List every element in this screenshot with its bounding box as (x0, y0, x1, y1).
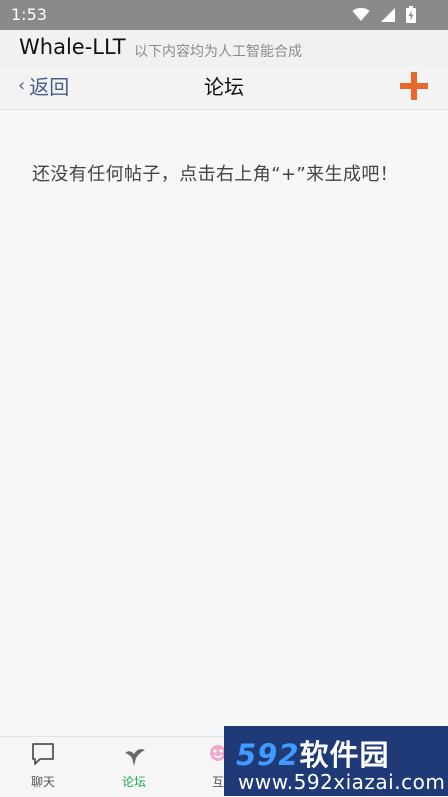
watermark-url: www.592xiazai.com (238, 770, 446, 794)
ai-disclaimer: 以下内容均为人工智能合成 (134, 44, 302, 60)
status-time: 1:53 (11, 5, 47, 24)
battery-charging-icon (406, 6, 416, 23)
nav-bar: ‹ 返回 论坛 (0, 66, 448, 110)
wifi-icon (352, 7, 370, 21)
app-title: Whale-LLT (19, 35, 126, 59)
chat-bubble-icon (32, 743, 54, 765)
watermark-digits: 592 (236, 738, 300, 772)
empty-state-message: 还没有任何帖子，点击右上角“+”来生成吧！ (32, 164, 399, 185)
tab-forum[interactable]: 论坛 (104, 741, 164, 790)
tab-label: 聊天 (30, 775, 55, 789)
forum-content: 还没有任何帖子，点击右上角“+”来生成吧！ (0, 110, 448, 735)
watermark-text: 软件园 (299, 738, 390, 772)
page-title: 论坛 (204, 75, 244, 99)
app-header: Whale-LLT 以下内容均为人工智能合成 (0, 30, 448, 66)
cellular-signal-icon (381, 7, 395, 22)
plus-icon[interactable] (398, 70, 430, 102)
watermark-logo: 592软件园 www.592xiazai.com (224, 726, 448, 796)
watermark-brand: 592软件园 (236, 732, 390, 774)
tab-chat[interactable]: 聊天 (13, 741, 73, 790)
forum-icon (125, 749, 145, 766)
status-bar: 1:53 (0, 0, 448, 30)
status-icons (352, 6, 416, 23)
tab-label: 论坛 (121, 775, 146, 789)
